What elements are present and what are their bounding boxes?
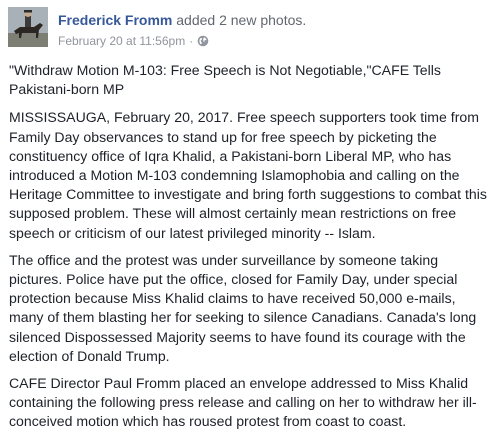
post-body: "Withdraw Motion M-103: Free Speech is N… <box>9 61 489 440</box>
post-timestamp[interactable]: February 20 at 11:56pm <box>58 33 185 49</box>
meta-separator: · <box>189 34 194 48</box>
avatar-horse-rider-image <box>8 7 48 47</box>
globe-icon[interactable] <box>197 35 209 47</box>
avatar[interactable] <box>8 7 48 47</box>
post-meta: February 20 at 11:56pm · <box>58 33 209 49</box>
post-header: Frederick Fromm added 2 new photos. <box>58 11 306 29</box>
post-paragraph: CAFE Director Paul Fromm placed an envel… <box>9 375 477 430</box>
post-paragraph: MISSISSAUGA, February 20, 2017. Free spe… <box>9 109 487 241</box>
post-headline: "Withdraw Motion M-103: Free Speech is N… <box>9 62 441 98</box>
post-paragraph: The office and the protest was under sur… <box>9 251 477 364</box>
facebook-post: Frederick Fromm added 2 new photos. Febr… <box>0 0 495 429</box>
author-name-link[interactable]: Frederick Fromm <box>58 12 172 28</box>
post-action-text: added 2 new photos. <box>176 12 307 28</box>
